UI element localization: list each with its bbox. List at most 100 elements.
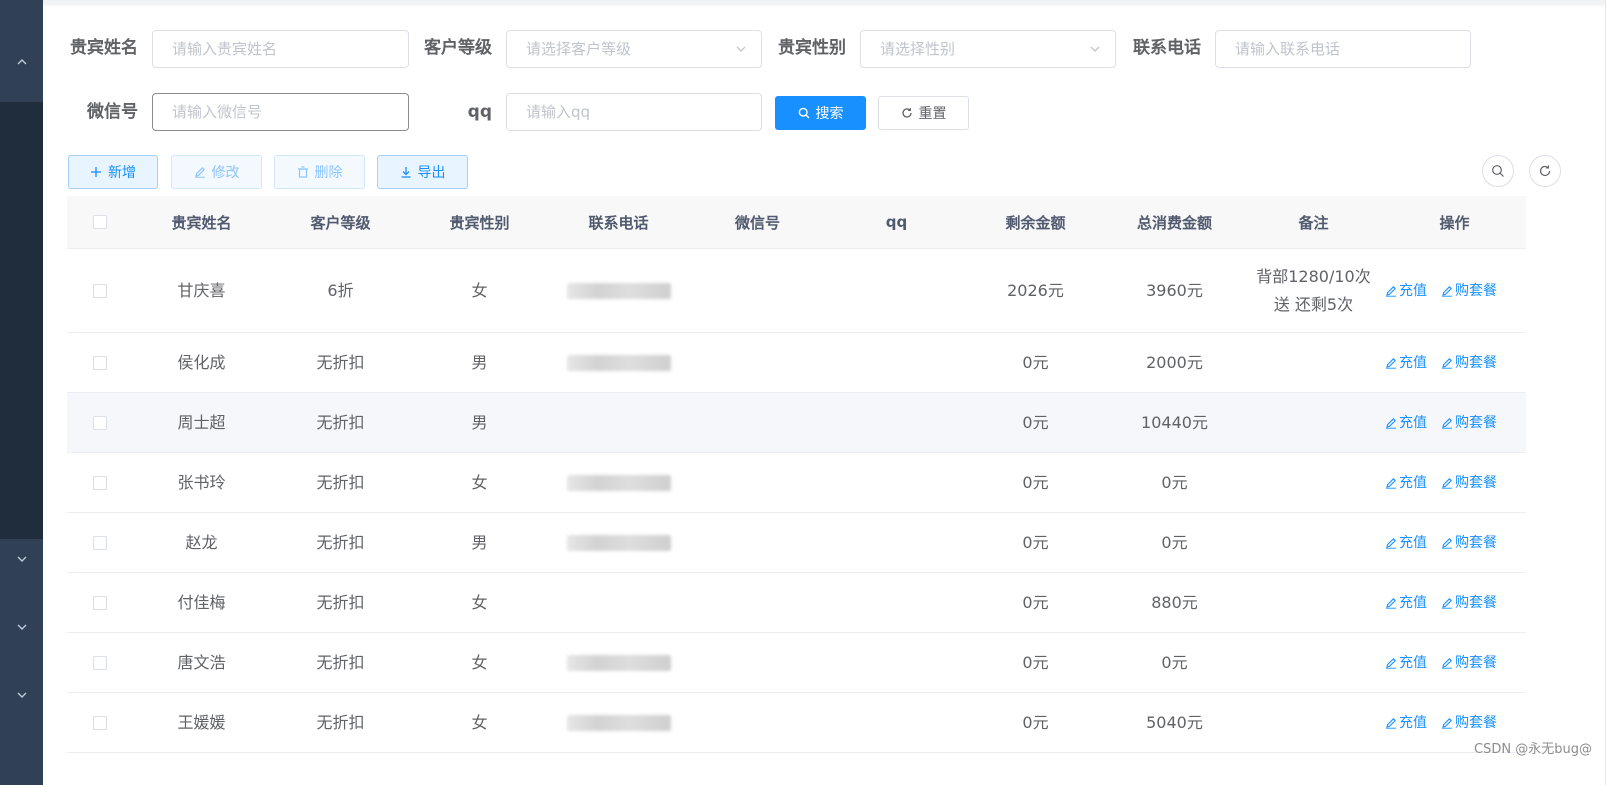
table-row[interactable]: 赵龙 无折扣 男 0元 0元 充值 购套餐 bbox=[67, 513, 1526, 573]
chevron-down-icon[interactable] bbox=[0, 621, 43, 636]
row-select-cell bbox=[67, 513, 132, 572]
row-checkbox[interactable] bbox=[92, 655, 107, 670]
balance-cell: 0元 bbox=[1022, 592, 1049, 612]
reset-button[interactable]: 重置 bbox=[878, 96, 969, 130]
guest-gender-cell: 女 bbox=[471, 592, 488, 612]
row-checkbox[interactable] bbox=[92, 415, 107, 430]
redacted-phone bbox=[566, 282, 671, 299]
guest-gender-select[interactable]: 请选择性别 bbox=[860, 30, 1116, 68]
contact-phone-cell bbox=[549, 249, 688, 332]
table-row[interactable]: 甘庆喜 6折女 2026元 3960元 背部1280/10次送 还剩5次 充值 购套餐 bbox=[67, 249, 1526, 333]
refresh-icon bbox=[901, 108, 912, 118]
contact-phone-placeholder: 请输入联系电话 bbox=[1235, 40, 1341, 58]
buy-package-link[interactable]: 购套餐 bbox=[1441, 409, 1497, 437]
table-row[interactable]: 唐文浩 无折扣 女 0元 0元 充值 购套餐 bbox=[67, 633, 1526, 693]
customer-level-select[interactable]: 请选择客户等级 bbox=[506, 30, 762, 68]
edit-icon bbox=[1442, 417, 1452, 429]
refresh-table-button[interactable] bbox=[1529, 155, 1561, 187]
column-header: 贵宾姓名 bbox=[171, 213, 232, 232]
row-checkbox[interactable] bbox=[92, 535, 107, 550]
search-button-label: 搜索 bbox=[815, 106, 844, 122]
customer-level-cell: 无折扣 bbox=[316, 712, 365, 732]
guest-gender-placeholder: 请选择性别 bbox=[880, 40, 956, 58]
select-all-checkbox[interactable] bbox=[92, 215, 107, 229]
buy-package-link[interactable]: 购套餐 bbox=[1441, 277, 1497, 305]
row-checkbox[interactable] bbox=[92, 475, 107, 490]
buy-package-link-label: 购套餐 bbox=[1455, 594, 1497, 611]
actions-cell: 充值 购套餐 bbox=[1383, 633, 1526, 692]
recharge-link-label: 充值 bbox=[1399, 714, 1427, 731]
row-checkbox[interactable] bbox=[92, 283, 107, 298]
add-button[interactable]: 新增 bbox=[68, 155, 158, 189]
buy-package-link-label: 购套餐 bbox=[1455, 354, 1497, 371]
guest-name-cell: 侯化成 bbox=[177, 352, 226, 372]
recharge-link[interactable]: 充值 bbox=[1385, 709, 1427, 737]
total-spend-cell: 3960元 bbox=[1146, 280, 1203, 300]
chevron-down-icon[interactable] bbox=[0, 553, 43, 568]
wechat-input[interactable]: 请输入微信号 bbox=[152, 93, 409, 131]
recharge-link[interactable]: 充值 bbox=[1385, 409, 1427, 437]
total-spend-cell: 0元 bbox=[1161, 532, 1188, 552]
guest-name-cell: 甘庆喜 bbox=[177, 280, 226, 300]
row-checkbox[interactable] bbox=[92, 355, 107, 370]
column-header: 剩余金额 bbox=[1005, 213, 1066, 232]
sidebar bbox=[0, 0, 43, 785]
export-button[interactable]: 导出 bbox=[377, 155, 468, 189]
buy-package-link[interactable]: 购套餐 bbox=[1441, 349, 1497, 377]
table-row[interactable]: 王媛媛 无折扣 女 0元 5040元 充值 购套餐 bbox=[67, 693, 1526, 753]
table-row[interactable]: 张书玲 无折扣 女 0元 0元 充值 购套餐 bbox=[67, 453, 1526, 513]
recharge-link[interactable]: 充值 bbox=[1385, 589, 1427, 617]
buy-package-link[interactable]: 购套餐 bbox=[1441, 589, 1497, 617]
balance-cell: 0元 bbox=[1022, 412, 1049, 432]
redacted-phone bbox=[566, 654, 671, 671]
guest-name-input[interactable]: 请输入贵宾姓名 bbox=[152, 30, 409, 68]
edit-icon bbox=[1442, 597, 1452, 609]
customer-level-cell: 无折扣 bbox=[316, 412, 365, 432]
recharge-link[interactable]: 充值 bbox=[1385, 469, 1427, 497]
recharge-link[interactable]: 充值 bbox=[1385, 349, 1427, 377]
search-button[interactable]: 搜索 bbox=[775, 96, 866, 130]
recharge-link[interactable]: 充值 bbox=[1385, 277, 1427, 305]
qq-input[interactable]: 请输入qq bbox=[506, 93, 762, 131]
wechat-cell bbox=[688, 393, 827, 452]
toggle-search-button[interactable] bbox=[1482, 155, 1514, 187]
select-all-cell bbox=[67, 196, 132, 248]
guest-gender-cell: 男 bbox=[471, 412, 488, 432]
buy-package-link[interactable]: 购套餐 bbox=[1441, 709, 1497, 737]
row-checkbox[interactable] bbox=[92, 715, 107, 730]
buy-package-link[interactable]: 购套餐 bbox=[1441, 529, 1497, 557]
edit-icon bbox=[1442, 477, 1452, 489]
total-spend-cell: 2000元 bbox=[1146, 352, 1203, 372]
table-row[interactable]: 付佳梅 无折扣 女 0元 880元 充值 购套餐 bbox=[67, 573, 1526, 633]
guest-gender-cell: 女 bbox=[471, 280, 488, 300]
table-row[interactable]: 侯化成 无折扣 男 0元 2000元 充值 购套餐 bbox=[67, 333, 1526, 393]
table-row[interactable]: 周士超 无折扣 男 0元 10440元 充值 购套餐 bbox=[67, 393, 1526, 453]
guest-name-cell: 赵龙 bbox=[185, 532, 218, 552]
chevron-down-icon[interactable] bbox=[0, 689, 43, 704]
contact-phone-cell bbox=[549, 453, 688, 512]
edit-button[interactable]: 修改 bbox=[171, 155, 262, 189]
chevron-up-icon[interactable] bbox=[0, 56, 43, 71]
customer-level-placeholder: 请选择客户等级 bbox=[526, 40, 632, 58]
actions-cell: 充值 购套餐 bbox=[1383, 393, 1526, 452]
buy-package-link[interactable]: 购套餐 bbox=[1441, 649, 1497, 677]
note-cell bbox=[1244, 633, 1383, 692]
delete-button[interactable]: 删除 bbox=[274, 155, 365, 189]
contact-phone-input[interactable]: 请输入联系电话 bbox=[1215, 30, 1471, 68]
edit-icon bbox=[1442, 285, 1452, 297]
table-header: 贵宾姓名 客户等级 贵宾性别 联系电话 微信号 qq 剩余金额 总消费金额 备注… bbox=[67, 196, 1526, 249]
recharge-link[interactable]: 充值 bbox=[1385, 649, 1427, 677]
column-header: 客户等级 bbox=[310, 213, 371, 232]
balance-cell: 0元 bbox=[1022, 532, 1049, 552]
recharge-link[interactable]: 充值 bbox=[1385, 529, 1427, 557]
sidebar-menu-group[interactable] bbox=[0, 0, 43, 102]
column-header: 贵宾性别 bbox=[449, 213, 510, 232]
customer-level-cell: 无折扣 bbox=[316, 472, 365, 492]
row-checkbox[interactable] bbox=[92, 595, 107, 610]
note-line: 送 还剩5次 bbox=[1273, 294, 1354, 314]
guest-name-cell: 唐文浩 bbox=[177, 652, 226, 672]
edit-icon bbox=[1386, 417, 1396, 429]
guest-gender-cell: 女 bbox=[471, 712, 488, 732]
qq-cell bbox=[827, 393, 966, 452]
buy-package-link[interactable]: 购套餐 bbox=[1441, 469, 1497, 497]
